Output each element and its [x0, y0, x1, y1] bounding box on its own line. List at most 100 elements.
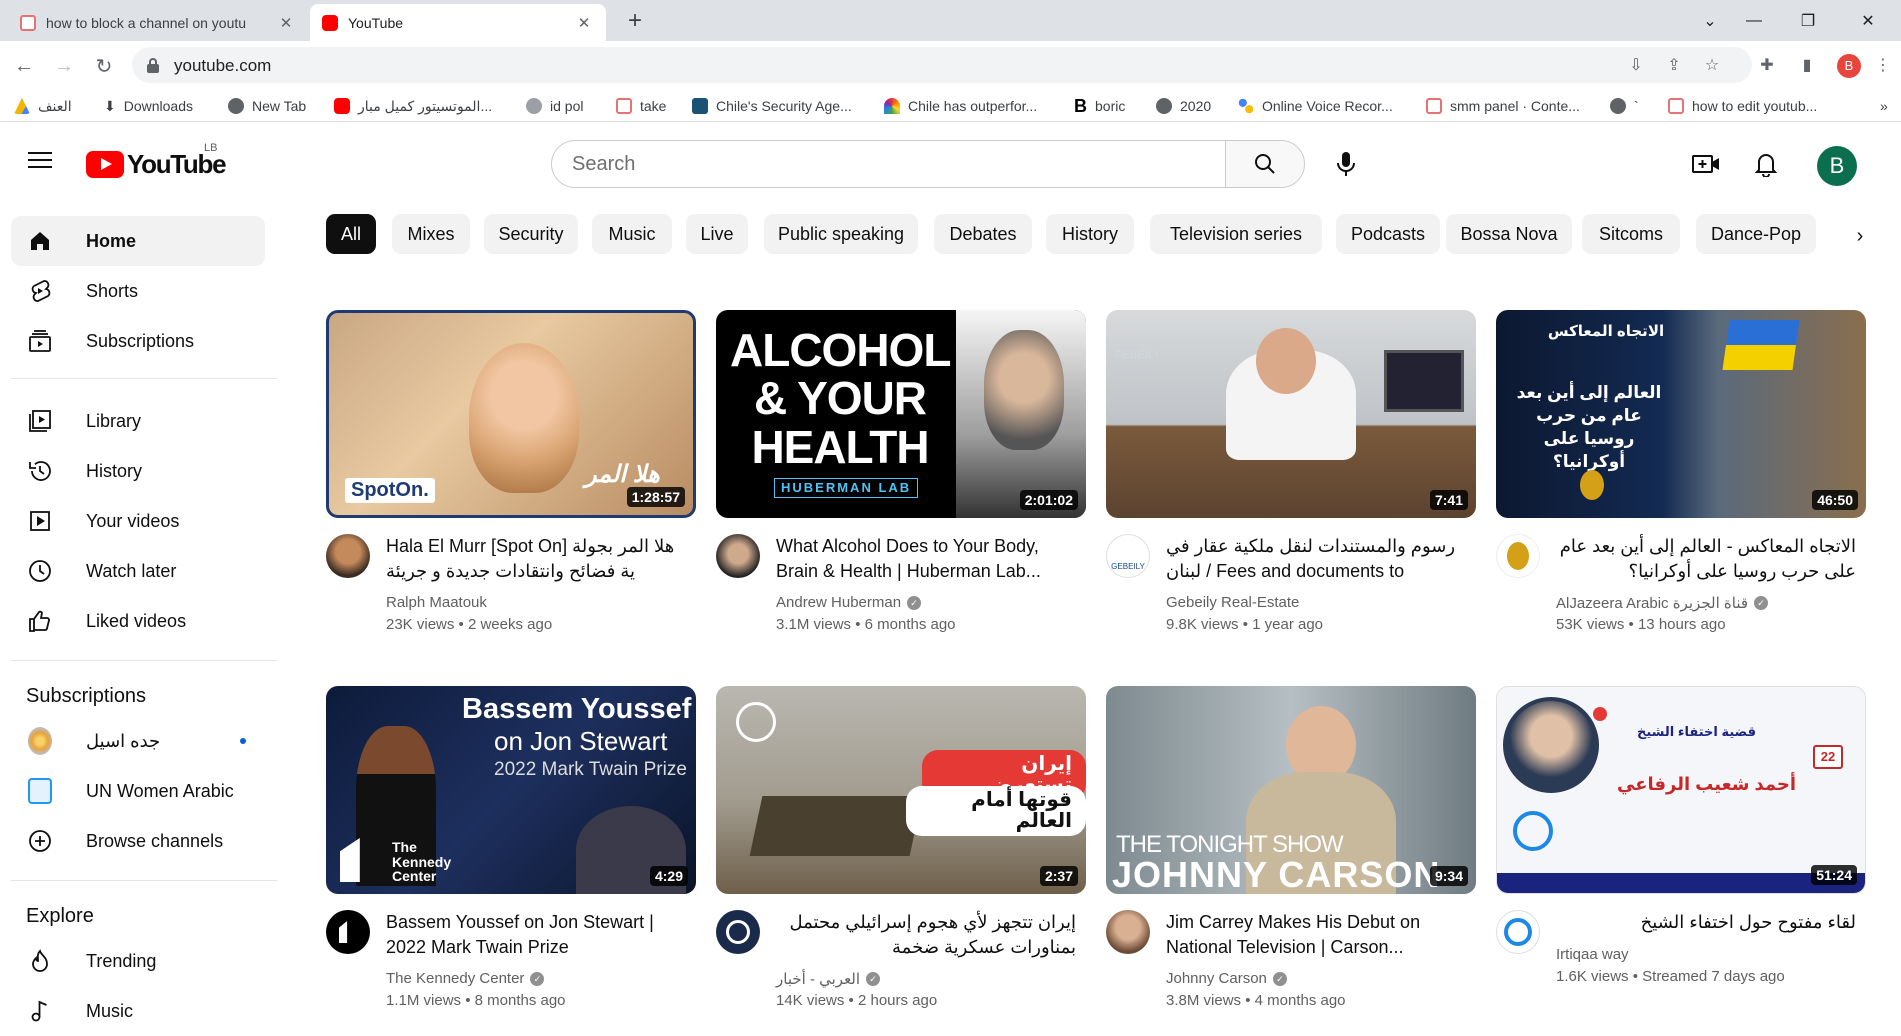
channel-avatar[interactable]: GEBEILY: [1106, 534, 1150, 578]
channel-name[interactable]: العربي - أخبار ✓: [776, 970, 881, 988]
video-title[interactable]: What Alcohol Does to Your Body, Brain & …: [776, 534, 1076, 584]
video-title[interactable]: رسوم والمستندات لنقل ملكية عقار في لبنان…: [1166, 534, 1466, 584]
channel-avatar[interactable]: [1106, 910, 1150, 954]
share-icon[interactable]: ⇪: [1664, 56, 1684, 76]
search-button[interactable]: [1225, 140, 1305, 188]
tab-close-icon[interactable]: ✕: [574, 14, 594, 32]
bookmark-item[interactable]: الموتسيتور كميل مبار...: [334, 95, 492, 117]
youtube-logo[interactable]: YouTube LB: [86, 142, 227, 179]
side-panel-icon[interactable]: ▮: [1796, 55, 1818, 77]
tab-close-icon[interactable]: ✕: [276, 14, 296, 32]
channel-avatar[interactable]: [716, 910, 760, 954]
channel-name[interactable]: Gebeily Real-Estate: [1166, 594, 1299, 611]
chip-sitcoms[interactable]: Sitcoms: [1582, 214, 1680, 254]
bookmark-item[interactable]: smm panel · Conte...: [1426, 95, 1580, 117]
channel-name[interactable]: AlJazeera Arabic قناة الجزيرة ✓: [1556, 594, 1769, 612]
restore-icon[interactable]: ❐: [1780, 0, 1836, 41]
sidebar-item-subscriptions[interactable]: Subscriptions: [11, 316, 265, 366]
menu-icon[interactable]: [28, 152, 52, 170]
bookmark-item[interactable]: Chile's Security Age...: [692, 95, 852, 117]
bookmark-item[interactable]: Bboric: [1074, 95, 1125, 117]
browser-tab-1[interactable]: how to block a channel on youtu ✕: [8, 4, 308, 41]
video-thumbnail[interactable]: THE TONIGHT SHOW JOHNNY CARSON 9:34: [1106, 686, 1476, 894]
video-thumbnail[interactable]: ALCOHOL & YOUR HEALTH HUBERMAN LAB 2:01:…: [716, 310, 1086, 518]
back-icon[interactable]: ←: [10, 52, 38, 80]
voice-search-button[interactable]: [1324, 142, 1368, 186]
extensions-icon[interactable]: ✚: [1756, 55, 1778, 77]
channel-name[interactable]: Irtiqaa way: [1556, 946, 1629, 963]
minimize-icon[interactable]: —: [1726, 0, 1782, 41]
channel-name[interactable]: Andrew Huberman ✓: [776, 594, 922, 611]
sidebar-item-browse-channels[interactable]: Browse channels: [11, 816, 265, 866]
sidebar-item-home[interactable]: Home: [11, 216, 265, 266]
video-title[interactable]: Jim Carrey Makes His Debut on National T…: [1166, 910, 1466, 960]
bookmark-item[interactable]: Chile has outperfor...: [884, 95, 1037, 117]
channel-avatar[interactable]: [1496, 910, 1540, 954]
channel-name[interactable]: The Kennedy Center ✓: [386, 970, 545, 987]
channel-avatar[interactable]: [326, 534, 370, 578]
video-thumbnail[interactable]: قضية اختفاء الشيخ أحمد شعيب الرفاعي 22 5…: [1496, 686, 1866, 894]
chip-television-series[interactable]: Television series: [1150, 214, 1322, 254]
new-tab-icon[interactable]: +: [620, 6, 650, 36]
reload-icon[interactable]: ↻: [90, 52, 118, 80]
chip-all[interactable]: All: [326, 214, 376, 254]
bookmark-item[interactable]: ⬇ Downloads: [104, 95, 193, 117]
browser-profile-avatar[interactable]: B: [1837, 54, 1861, 78]
window-close-icon[interactable]: ✕: [1840, 0, 1896, 41]
chip-podcasts[interactable]: Podcasts: [1336, 214, 1440, 254]
video-title[interactable]: إيران تتجهز لأي هجوم إسرائيلي محتمل بمنا…: [776, 910, 1076, 960]
sidebar-item-trending[interactable]: Trending: [11, 936, 265, 986]
sidebar-item-history[interactable]: History: [11, 446, 265, 496]
account-avatar[interactable]: B: [1817, 146, 1857, 186]
video-thumbnail[interactable]: GEBEILY 7:41: [1106, 310, 1476, 518]
video-title[interactable]: الاتجاه المعاكس - العالم إلى أين بعد عام…: [1556, 534, 1856, 584]
video-thumbnail[interactable]: SpotOn. هلا المر 1:28:57: [326, 310, 696, 518]
sidebar-item-music[interactable]: Music: [11, 986, 265, 1036]
video-title[interactable]: Hala El Murr [Spot On] هلا المر بجولة ية…: [386, 534, 686, 584]
chip-debates[interactable]: Debates: [934, 214, 1032, 254]
notifications-button[interactable]: [1748, 146, 1784, 182]
channel-name[interactable]: Ralph Maatouk: [386, 594, 487, 611]
bookmark-item[interactable]: العنف: [14, 95, 72, 117]
channel-avatar[interactable]: [1496, 534, 1540, 578]
sidebar-item-watch-later[interactable]: Watch later: [11, 546, 265, 596]
channel-name[interactable]: Johnny Carson ✓: [1166, 970, 1287, 987]
sidebar-subscription-channel[interactable]: جده اسيل: [11, 716, 265, 766]
video-thumbnail[interactable]: Bassem Youssef on Jon Stewart 2022 Mark …: [326, 686, 696, 894]
sidebar-item-library[interactable]: Library: [11, 396, 265, 446]
bookmark-item[interactable]: 2020: [1156, 95, 1211, 117]
chip-public-speaking[interactable]: Public speaking: [764, 214, 918, 254]
browser-tab-2-active[interactable]: YouTube ✕: [310, 4, 606, 41]
chip-music[interactable]: Music: [592, 214, 672, 254]
chip-bossa-nova[interactable]: Bossa Nova: [1446, 214, 1572, 254]
install-app-icon[interactable]: ⇩: [1626, 56, 1646, 76]
search-input[interactable]: [552, 141, 1225, 187]
video-thumbnail[interactable]: إيران تستعرض قوتها أمام العالم 2:37: [716, 686, 1086, 894]
bookmark-item[interactable]: New Tab: [228, 95, 306, 117]
bookmark-item[interactable]: id pol: [526, 95, 583, 117]
chip-history[interactable]: History: [1046, 214, 1134, 254]
browser-menu-icon[interactable]: ⋮: [1872, 55, 1894, 77]
channel-avatar[interactable]: [326, 910, 370, 954]
bookmarks-overflow[interactable]: »: [1880, 95, 1888, 117]
address-bar[interactable]: youtube.com ⇩ ⇪ ☆: [132, 47, 1752, 83]
bookmark-item[interactable]: how to edit youtub...: [1668, 95, 1817, 117]
chip-mixes[interactable]: Mixes: [392, 214, 470, 254]
channel-avatar[interactable]: [716, 534, 760, 578]
sidebar-item-liked-videos[interactable]: Liked videos: [11, 596, 265, 646]
sidebar-subscription-channel[interactable]: UN Women Arabic: [11, 766, 265, 816]
video-thumbnail[interactable]: الاتجاه المعاكس العالم إلى أين بعد عام م…: [1496, 310, 1866, 518]
sidebar-item-shorts[interactable]: Shorts: [11, 266, 265, 316]
chevron-right-icon[interactable]: ›: [1846, 222, 1874, 250]
bookmark-item[interactable]: take: [616, 95, 666, 117]
chip-live[interactable]: Live: [686, 214, 748, 254]
video-title[interactable]: لقاء مفتوح حول اختفاء الشيخ: [1556, 910, 1856, 935]
forward-icon[interactable]: →: [50, 52, 78, 80]
video-title[interactable]: Bassem Youssef on Jon Stewart | 2022 Mar…: [386, 910, 686, 960]
create-button[interactable]: [1688, 146, 1724, 182]
chip-security[interactable]: Security: [484, 214, 578, 254]
lock-icon[interactable]: [146, 57, 160, 76]
chip-dance-pop[interactable]: Dance-Pop: [1696, 214, 1816, 254]
bookmark-star-icon[interactable]: ☆: [1702, 56, 1722, 76]
sidebar-item-your-videos[interactable]: Your videos: [11, 496, 265, 546]
